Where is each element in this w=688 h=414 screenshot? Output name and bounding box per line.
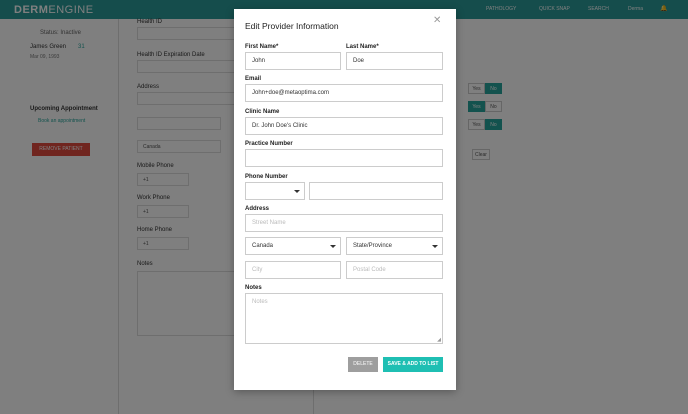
save-add-to-list-button[interactable]: SAVE & ADD TO LIST (383, 357, 443, 372)
email-label: Email (245, 76, 262, 82)
last-name-input[interactable]: Doe (346, 52, 443, 70)
practice-number-label: Practice Number (245, 141, 293, 147)
close-icon[interactable]: ✕ (433, 15, 441, 26)
notes-label-modal: Notes (245, 285, 262, 291)
edit-provider-modal: Edit Provider Information ✕ First Name* … (234, 9, 456, 390)
phone-number-input[interactable] (309, 182, 443, 200)
chevron-down-icon (432, 245, 438, 248)
country-value-modal: Canada (252, 243, 274, 249)
first-name-label: First Name* (245, 44, 279, 50)
street-name-input[interactable]: Street Name (245, 214, 443, 232)
notes-textarea-modal[interactable]: Notes ◢ (245, 293, 443, 344)
phone-number-label: Phone Number (245, 174, 288, 180)
city-input-modal[interactable]: City (245, 261, 341, 279)
chevron-down-icon (294, 190, 300, 193)
delete-button[interactable]: DELETE (348, 357, 378, 372)
clinic-name-input[interactable]: Dr. John Doe's Clinic (245, 117, 443, 135)
modal-title: Edit Provider Information (245, 21, 339, 31)
postal-code-input[interactable]: Postal Code (346, 261, 443, 279)
phone-country-select[interactable] (245, 182, 305, 200)
clinic-name-label: Clinic Name (245, 109, 280, 115)
country-select-modal[interactable]: Canada (245, 237, 341, 255)
practice-number-input[interactable] (245, 149, 443, 167)
chevron-down-icon (330, 245, 336, 248)
email-input[interactable]: John+doe@metaoptima.com (245, 84, 443, 102)
first-name-input[interactable]: John (245, 52, 341, 70)
address-label-modal: Address (245, 206, 270, 212)
resize-handle-icon[interactable]: ◢ (437, 337, 441, 343)
state-province-select[interactable]: State/Province (346, 237, 443, 255)
last-name-label: Last Name* (346, 44, 379, 50)
notes-placeholder: Notes (252, 299, 268, 305)
state-province-placeholder: State/Province (353, 243, 393, 249)
